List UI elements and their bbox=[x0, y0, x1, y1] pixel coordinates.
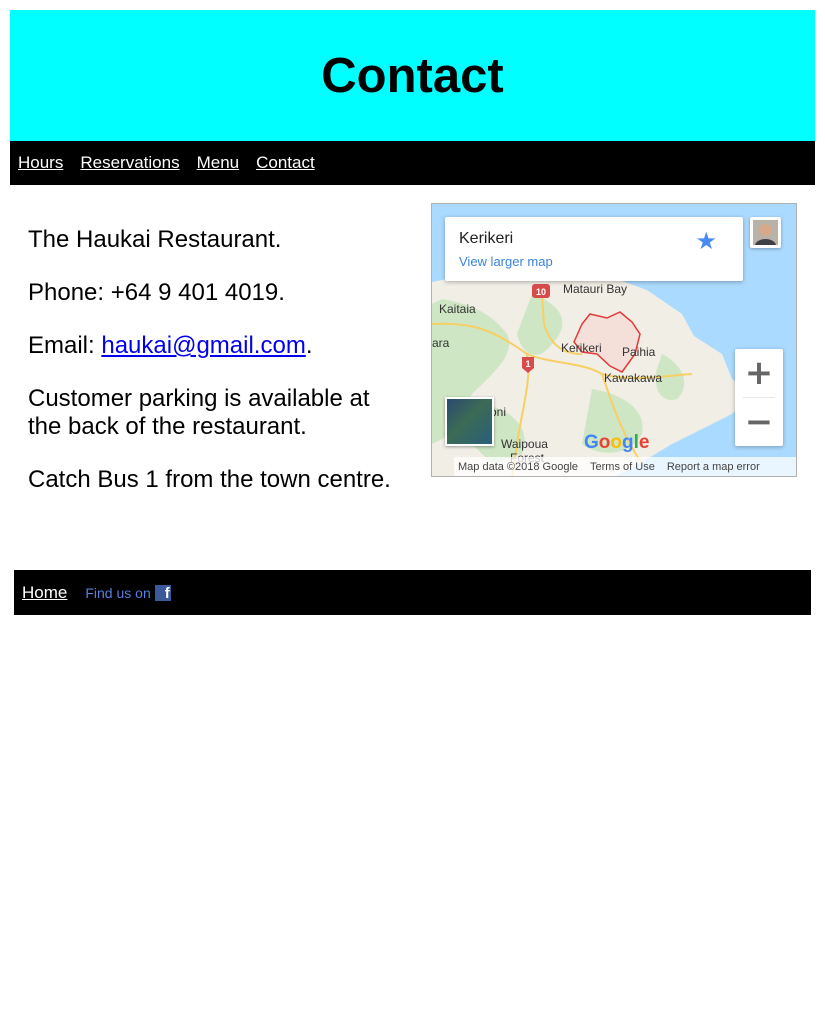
label-kaitaia: Kaitaia bbox=[439, 302, 476, 316]
view-larger-map-link[interactable]: View larger map bbox=[459, 254, 553, 269]
page-footer: Home Find us on f bbox=[14, 570, 811, 615]
footer-home-link[interactable]: Home bbox=[22, 583, 67, 603]
restaurant-name: The Haukai Restaurant. bbox=[28, 226, 282, 253]
map-data-credit: Map data ©2018 Google bbox=[458, 460, 579, 473]
embedded-map[interactable]: 10 1 Matauri Bay Kaitaia ara Kerikeri Pa… bbox=[431, 203, 797, 477]
google-logo: Google bbox=[584, 432, 650, 453]
facebook-icon: f bbox=[154, 584, 171, 601]
email-prefix: Email: bbox=[28, 332, 102, 359]
nav-link-reservations[interactable]: Reservations bbox=[80, 153, 179, 173]
zoom-out-button[interactable]: − bbox=[735, 398, 783, 446]
star-icon[interactable]: ★ bbox=[695, 227, 717, 256]
label-waipoua: Waipoua bbox=[501, 437, 548, 451]
contact-info: The Haukai Restaurant. Phone: +64 9 401 … bbox=[28, 226, 408, 519]
nav-link-hours[interactable]: Hours bbox=[18, 153, 63, 173]
main-nav: Hours Reservations Menu Contact bbox=[10, 141, 815, 185]
page-title: Contact bbox=[321, 48, 504, 103]
svg-text:1: 1 bbox=[525, 359, 530, 369]
label-kawakawa: Kawakawa bbox=[604, 371, 663, 385]
find-us-label: Find us on bbox=[85, 584, 151, 601]
label-kerikeri: Kerikeri bbox=[561, 341, 602, 355]
email-suffix: . bbox=[305, 332, 313, 359]
label-ara-partial: ara bbox=[432, 336, 450, 350]
email-link[interactable]: haukai@gmail.com bbox=[101, 332, 305, 359]
email-line: Email: haukai@gmail.com. bbox=[28, 332, 408, 360]
bus-info: Catch Bus 1 from the town centre. bbox=[28, 466, 391, 493]
page-header: Contact bbox=[10, 10, 815, 141]
phone-number: Phone: +64 9 401 4019. bbox=[28, 279, 285, 306]
map-attribution-bar: Map data ©2018 Google Terms of Use Repor… bbox=[454, 457, 796, 476]
map-terms-link[interactable]: Terms of Use bbox=[590, 461, 655, 473]
satellite-thumbnail[interactable] bbox=[445, 397, 494, 446]
map-zoom-controls: + − bbox=[735, 349, 783, 446]
map-report-error-link[interactable]: Report a map error bbox=[667, 461, 760, 473]
avatar-icon[interactable] bbox=[750, 217, 781, 248]
label-matauri-bay: Matauri Bay bbox=[563, 282, 628, 296]
nav-link-menu[interactable]: Menu bbox=[197, 153, 240, 173]
label-paihia: Paihia bbox=[622, 345, 656, 359]
svg-text:10: 10 bbox=[536, 287, 546, 297]
nav-link-contact[interactable]: Contact bbox=[256, 153, 315, 173]
map-place-name: Kerikeri bbox=[459, 230, 514, 247]
map-place-card: Kerikeri View larger map ★ bbox=[445, 217, 743, 281]
zoom-in-button[interactable]: + bbox=[735, 349, 783, 397]
parking-info: Customer parking is available at the bac… bbox=[28, 385, 370, 440]
facebook-link[interactable]: Find us on f bbox=[85, 584, 171, 601]
